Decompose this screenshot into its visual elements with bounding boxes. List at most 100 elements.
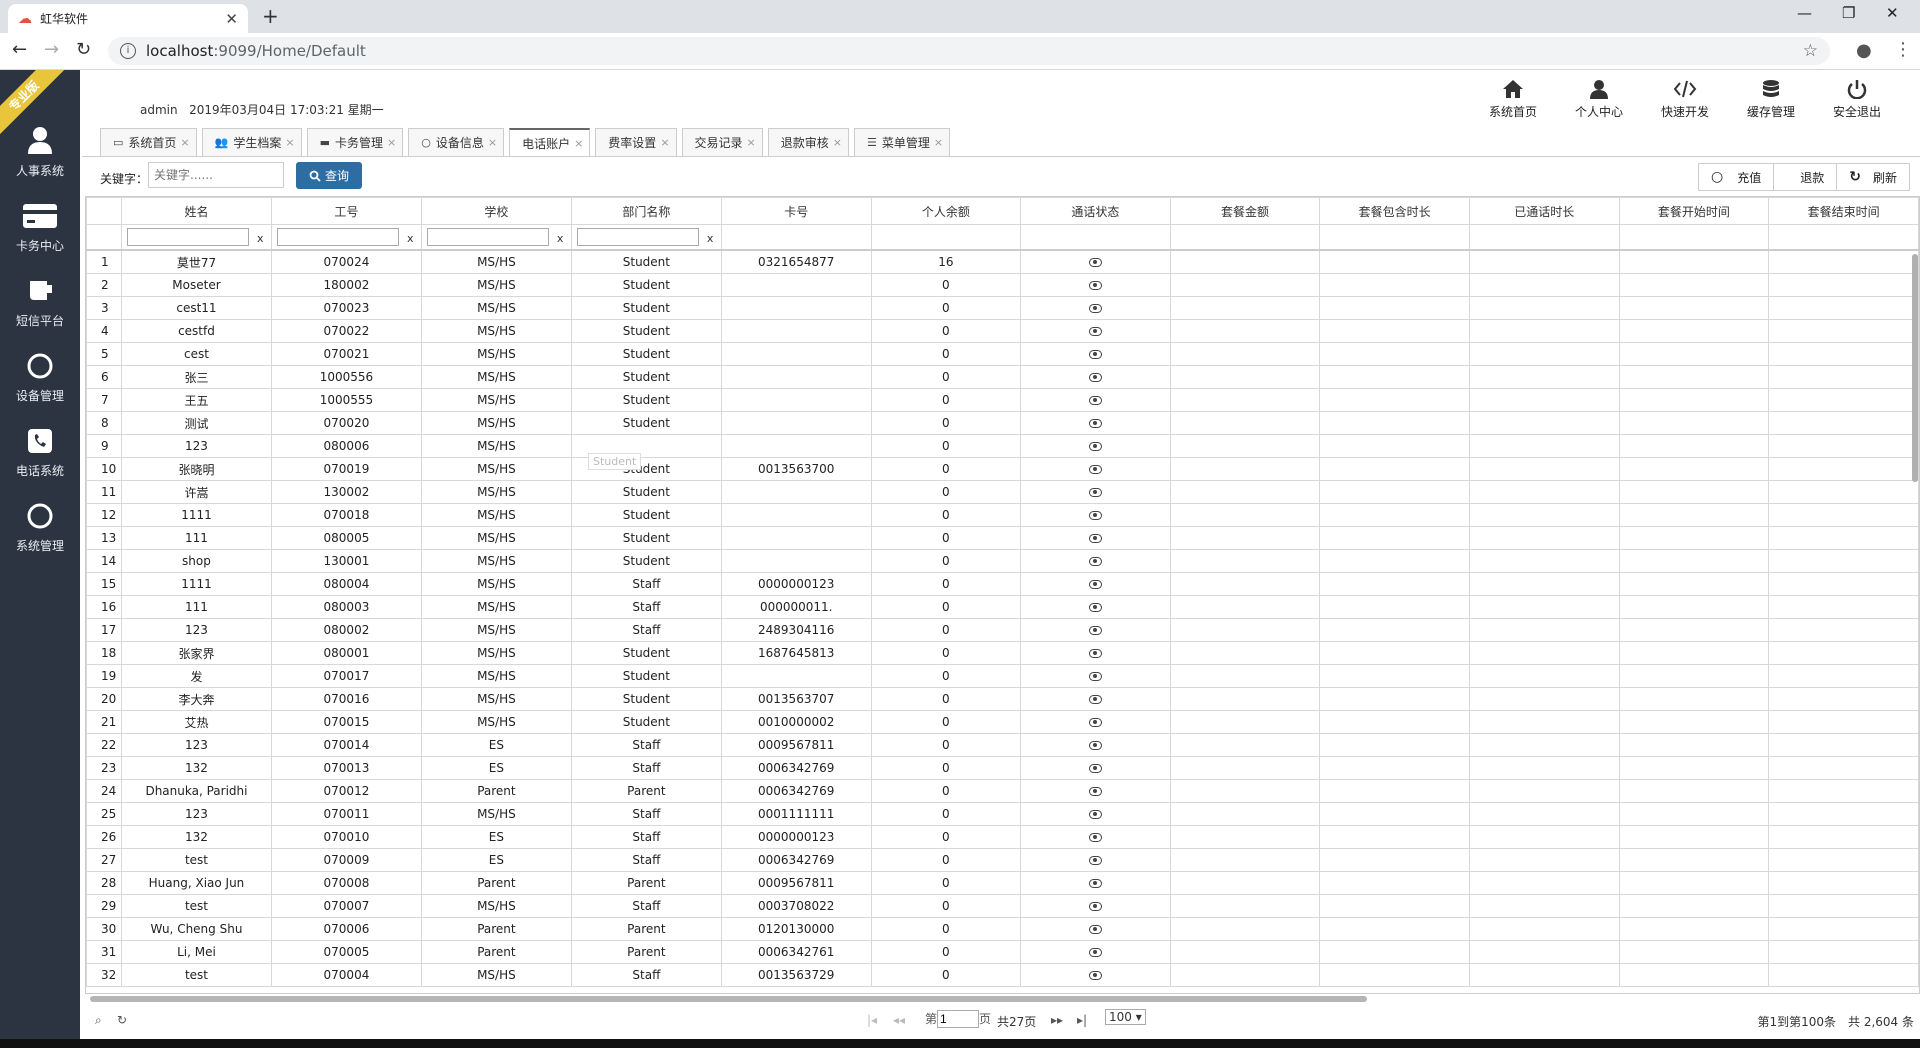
table-row[interactable]: 22 123 070014 ES Staff 0009567811 0 [86,733,1919,757]
table-row[interactable]: 29 test 070007 MS/HS Staff 0003708022 0 [86,894,1919,918]
back-icon[interactable]: ← [12,39,27,60]
account-icon[interactable]: ● [1856,40,1872,61]
close-icon[interactable]: × [660,136,669,149]
table-row[interactable]: 4 cestfd 070022 MS/HS Student 0 [86,319,1919,343]
eye-icon[interactable] [1088,534,1102,543]
reload-icon[interactable]: ↻ [76,39,91,60]
sidebar-item-system[interactable]: 系统管理 [0,501,80,571]
table-row[interactable]: 1 莫世77 070024 MS/HS Student 0321654877 16 [86,249,1919,274]
eye-icon[interactable] [1088,396,1102,405]
close-icon[interactable]: × [285,136,294,149]
column-header[interactable]: 套餐金额 [1169,197,1321,225]
table-row[interactable]: 6 张三 1000556 MS/HS Student 0 [86,365,1919,389]
column-header[interactable]: 套餐结束时间 [1768,197,1919,225]
eye-icon[interactable] [1088,971,1102,980]
column-header[interactable]: 工号 [270,197,422,225]
restore-button[interactable]: ❐ [1842,4,1855,22]
close-icon[interactable]: × [934,136,943,149]
eye-icon[interactable] [1088,281,1102,290]
table-row[interactable]: 16 111 080003 MS/HS Staff 000000011. 0 [86,595,1919,619]
new-tab-button[interactable]: + [262,4,279,28]
tab-device-info[interactable]: ○ 设备信息 × [408,128,505,156]
clear-filter-icon[interactable]: x [257,232,264,245]
column-header[interactable]: 套餐开始时间 [1618,197,1770,225]
table-row[interactable]: 14 shop 130001 MS/HS Student 0 [86,549,1919,573]
clear-filter-icon[interactable]: x [557,232,564,245]
topnav-logout[interactable]: 安全退出 [1814,79,1900,120]
keyword-input[interactable] [148,162,284,188]
eye-icon[interactable] [1088,419,1102,428]
eye-icon[interactable] [1088,442,1102,451]
eye-icon[interactable] [1088,787,1102,796]
eye-icon[interactable] [1088,902,1102,911]
eye-icon[interactable] [1088,672,1102,681]
tab-phone-account[interactable]: 电话账户 × [509,128,591,156]
eye-icon[interactable] [1088,833,1102,842]
vertical-scrollbar[interactable] [1912,254,1918,482]
column-header[interactable] [86,197,122,225]
close-icon[interactable]: × [488,136,497,149]
table-row[interactable]: 24 Dhanuka, Paridhi 070012 Parent Parent 0006… [86,779,1919,803]
tab-card-management[interactable]: ▬ 卡务管理 × [306,128,404,156]
table-row[interactable]: 21 艾热 070015 MS/HS Student 0010000002 0 [86,710,1919,734]
column-filter-input[interactable] [426,228,549,246]
table-row[interactable]: 27 test 070009 ES Staff 0006342769 0 [86,848,1919,872]
column-header[interactable]: 学校 [420,197,572,225]
eye-icon[interactable] [1088,695,1102,704]
tab-rate-settings[interactable]: 费率设置 × [595,128,677,156]
table-row[interactable]: 3 cest11 070023 MS/HS Student 0 [86,296,1919,320]
table-row[interactable]: 15 1111 080004 MS/HS Staff 0000000123 0 [86,572,1919,596]
info-icon[interactable]: i [120,43,136,59]
refund-button[interactable]: 退款 [1773,164,1836,190]
clear-filter-icon[interactable]: x [707,232,714,245]
table-row[interactable]: 32 test 070004 MS/HS Staff 0013563729 0 [86,963,1919,987]
eye-icon[interactable] [1088,879,1102,888]
topnav-home[interactable]: 系统首页 [1470,79,1556,120]
tab-refund-review[interactable]: 退款审核 × [767,128,849,156]
column-header[interactable]: 个人余额 [870,197,1022,225]
tab-home[interactable]: ▭ 系统首页 × [100,128,197,156]
tab-student-records[interactable]: 👥 学生档案 × [201,128,302,156]
horizontal-scrollbar[interactable] [90,996,1367,1002]
table-row[interactable]: 8 测试 070020 MS/HS Student 0 [86,411,1919,435]
close-icon[interactable]: × [747,136,756,149]
column-header[interactable]: 姓名 [120,197,272,225]
column-filter-input[interactable] [576,228,699,246]
last-page-icon[interactable]: ▸| [1077,1013,1087,1027]
column-header[interactable]: 部门名称 [570,197,722,225]
table-row[interactable]: 7 王五 1000555 MS/HS Student 0 [86,388,1919,412]
table-row[interactable]: 10 张晓明 070019 MS/HS Student 0013563700 0 [86,457,1919,481]
eye-icon[interactable] [1088,810,1102,819]
eye-icon[interactable] [1088,465,1102,474]
eye-icon[interactable] [1088,557,1102,566]
forward-icon[interactable]: → [44,39,59,60]
table-row[interactable]: 11 许嵩 130002 MS/HS Student 0 [86,480,1919,504]
sidebar-item-phone[interactable]: 电话系统 [0,426,80,496]
close-icon[interactable]: × [387,136,396,149]
minimize-button[interactable]: — [1797,4,1812,22]
page-input[interactable] [937,1010,980,1028]
column-filter-input[interactable] [276,228,399,246]
bookmark-star-icon[interactable]: ☆ [1803,41,1818,61]
topnav-quickdev[interactable]: 快速开发 [1642,79,1728,120]
table-row[interactable]: 31 Li, Mei 070005 Parent Parent 0006342761 0 [86,940,1919,964]
tab-menu-management[interactable]: ☰ 菜单管理 × [854,128,951,156]
table-row[interactable]: 17 123 080002 MS/HS Staff 2489304116 0 [86,618,1919,642]
close-icon[interactable]: × [180,136,189,149]
table-row[interactable]: 23 132 070013 ES Staff 0006342769 0 [86,756,1919,780]
table-row[interactable]: 28 Huang, Xiao Jun 070008 Parent Parent 00095… [86,871,1919,895]
table-row[interactable]: 19 发 070017 MS/HS Student 0 [86,664,1919,688]
close-tab-icon[interactable]: ✕ [225,10,238,28]
eye-icon[interactable] [1088,856,1102,865]
next-page-icon[interactable]: ▸▸ [1051,1013,1063,1027]
eye-icon[interactable] [1088,511,1102,520]
table-row[interactable]: 9 123 080006 MS/HS 0 [86,434,1919,458]
eye-icon[interactable] [1088,258,1102,267]
close-icon[interactable]: × [574,137,583,150]
close-window-button[interactable]: ✕ [1886,4,1899,22]
table-row[interactable]: 20 李大奔 070016 MS/HS Student 0013563707 0 [86,687,1919,711]
table-row[interactable]: 26 132 070010 ES Staff 0000000123 0 [86,825,1919,849]
table-row[interactable]: 2 Moseter 180002 MS/HS Student 0 [86,273,1919,297]
eye-icon[interactable] [1088,741,1102,750]
prev-page-icon[interactable]: ◂◂ [893,1013,905,1027]
